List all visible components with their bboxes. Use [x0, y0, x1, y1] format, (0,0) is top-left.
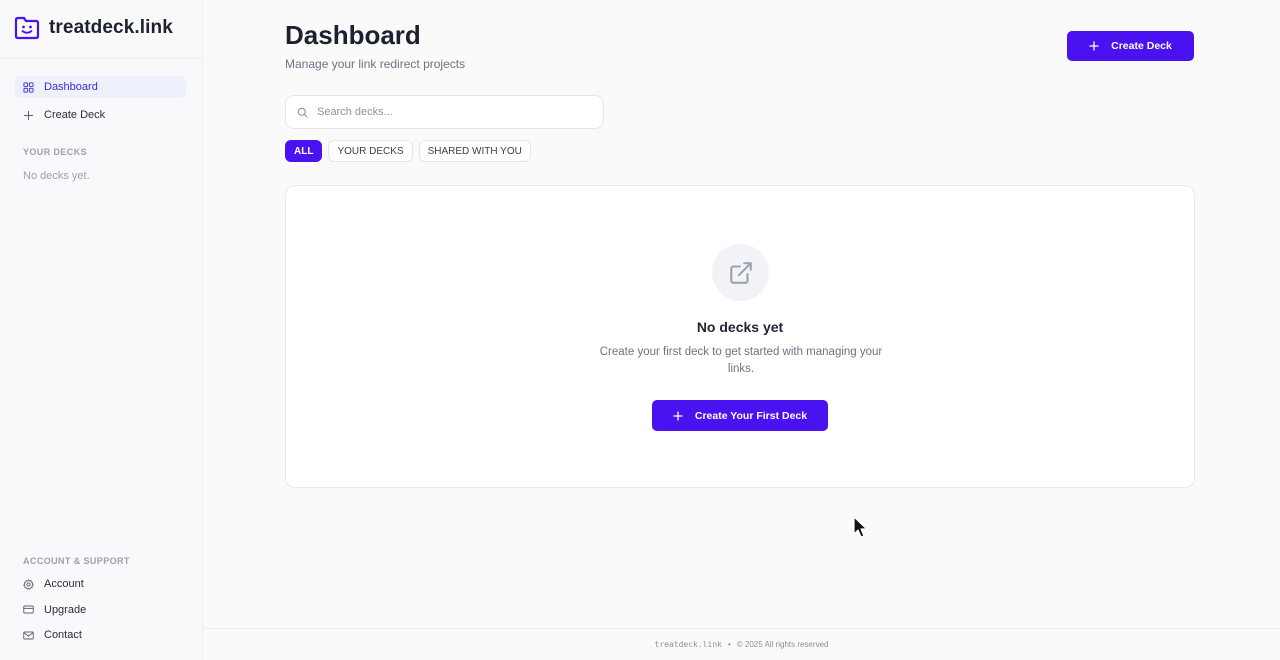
external-link-icon	[729, 261, 752, 284]
no-decks-text: No decks yet.	[23, 170, 90, 182]
plus-icon	[1089, 41, 1099, 51]
sidebar-item-dashboard[interactable]: Dashboard	[15, 76, 186, 98]
search-box[interactable]	[285, 95, 604, 129]
main-content: Dashboard Manage your link redirect proj…	[203, 0, 1280, 660]
sidebar: treatdeck.link Dashboard Create Deck YOU…	[0, 0, 203, 660]
main-nav: Dashboard Create Deck	[15, 76, 186, 132]
gear-icon	[23, 578, 34, 590]
page-title: Dashboard	[285, 20, 421, 50]
divider	[0, 58, 203, 59]
sidebar-item-label: Account	[44, 578, 84, 590]
empty-state-card: No decks yet Create your first deck to g…	[285, 185, 1195, 488]
sidebar-item-label: Upgrade	[44, 603, 87, 616]
your-decks-heading: YOUR DECKS	[23, 147, 88, 157]
sidebar-item-contact[interactable]: Contact	[15, 624, 186, 646]
button-label: Create Deck	[1111, 40, 1172, 52]
sidebar-item-label: Contact	[44, 629, 82, 641]
plus-icon	[673, 410, 683, 421]
filter-all[interactable]: ALL	[285, 140, 323, 162]
brand-name: treatdeck.link	[49, 17, 173, 38]
empty-state-description: Create your first deck to get started wi…	[599, 346, 883, 375]
mail-icon	[23, 631, 34, 639]
empty-state-title: No decks yet	[696, 319, 784, 335]
create-deck-button[interactable]: Create Deck	[1067, 31, 1194, 61]
filter-tabs: ALL YOUR DECKS SHARED WITH YOU	[285, 140, 531, 162]
page-subtitle: Manage your link redirect projects	[285, 57, 466, 71]
folder-smile-icon	[14, 16, 40, 40]
footer-site: treatdeck.link	[654, 640, 722, 649]
search-icon	[297, 107, 308, 118]
credit-card-icon	[23, 605, 34, 614]
mouse-cursor-icon	[853, 516, 868, 538]
account-support-heading: ACCOUNT & SUPPORT	[23, 556, 130, 566]
sidebar-item-label: Create Deck	[44, 109, 106, 121]
grid-icon	[23, 81, 34, 93]
filter-your-decks[interactable]: YOUR DECKS	[328, 140, 413, 162]
sidebar-item-upgrade[interactable]: Upgrade	[15, 599, 186, 621]
support-nav: Account Upgrade Contact	[15, 573, 186, 650]
footer-copyright: © 2025 All rights reserved	[736, 640, 829, 649]
footer: treatdeck.link • © 2025 All rights reser…	[203, 628, 1280, 660]
brand-logo[interactable]: treatdeck.link	[14, 15, 173, 41]
button-label: Create Your First Deck	[694, 409, 808, 422]
create-first-deck-button[interactable]: Create Your First Deck	[652, 400, 828, 431]
empty-state-icon-wrap	[712, 244, 769, 301]
filter-shared-with-you[interactable]: SHARED WITH YOU	[418, 140, 531, 162]
sidebar-item-create-deck[interactable]: Create Deck	[15, 104, 186, 126]
plus-icon	[23, 110, 34, 120]
footer-separator: •	[727, 640, 731, 649]
search-input[interactable]	[317, 106, 577, 118]
sidebar-item-account[interactable]: Account	[15, 573, 186, 595]
sidebar-item-label: Dashboard	[44, 81, 98, 93]
